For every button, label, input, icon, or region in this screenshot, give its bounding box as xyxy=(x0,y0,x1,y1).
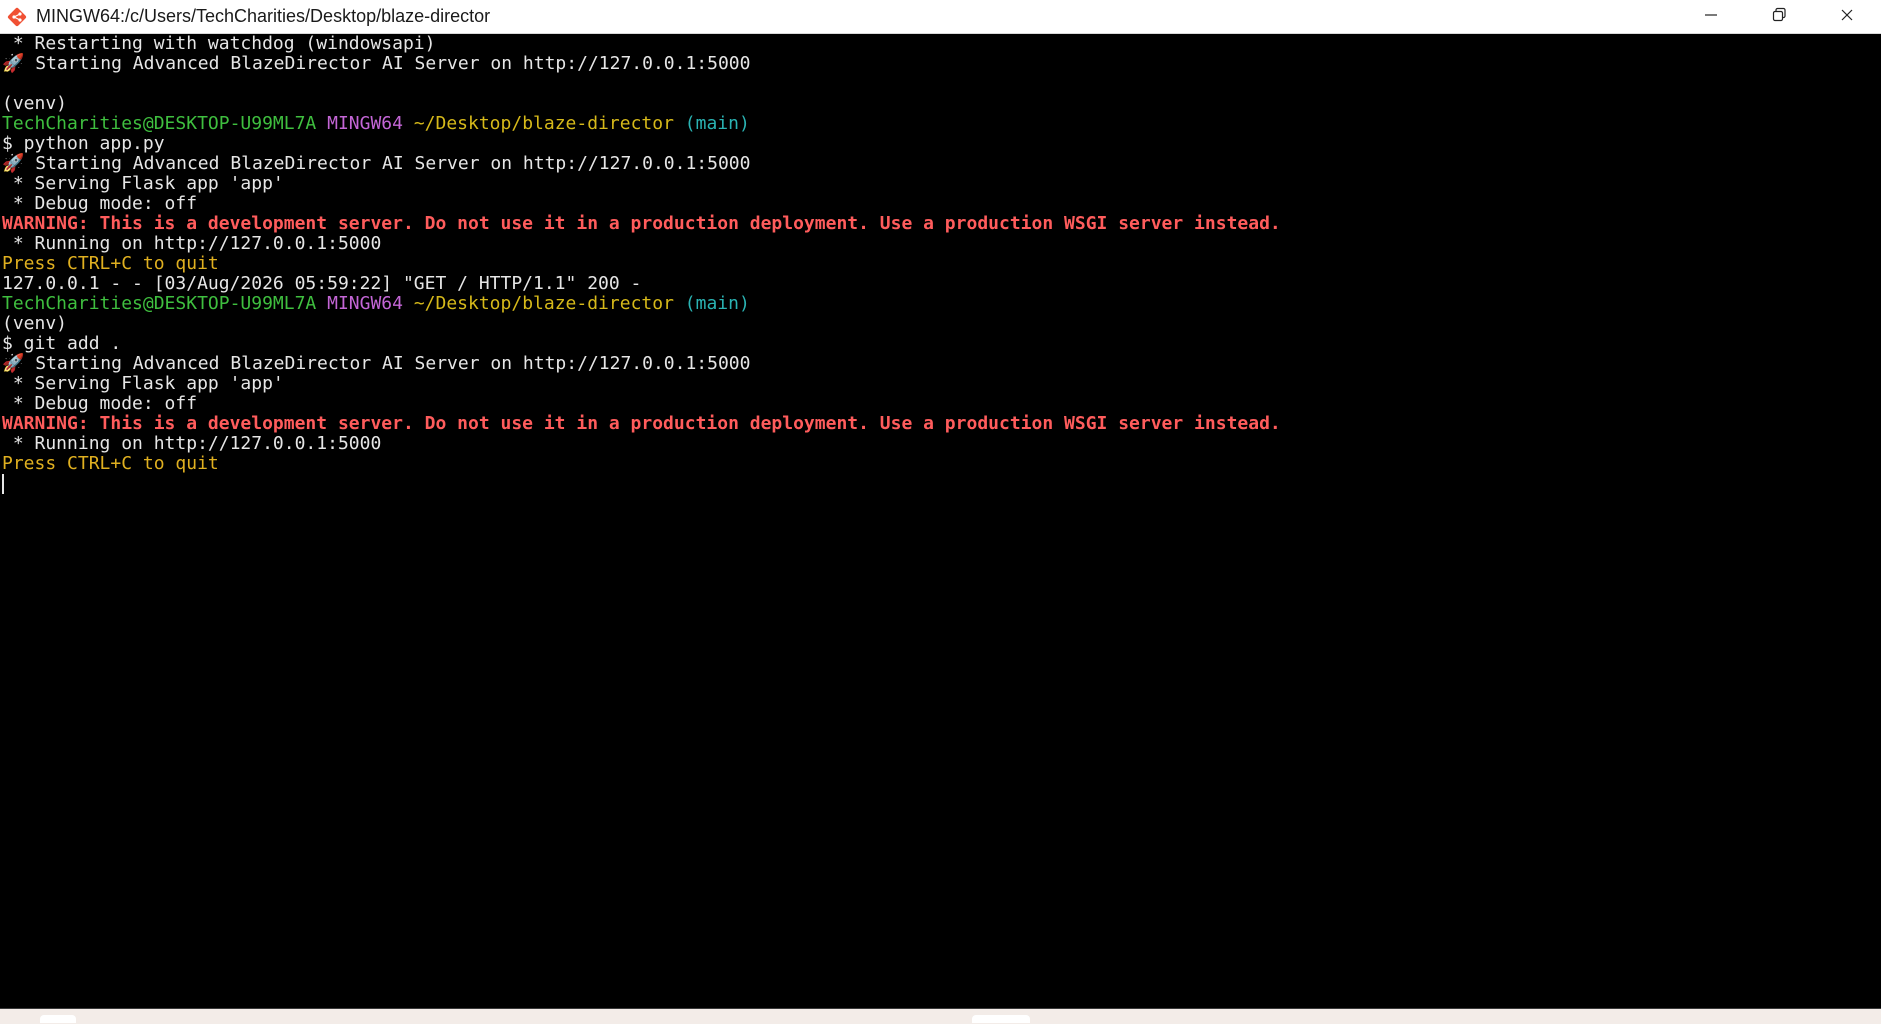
terminal-line: 🚀 Starting Advanced BlazeDirector AI Ser… xyxy=(2,154,1881,174)
output-text: * Serving Flask app 'app' xyxy=(2,173,284,194)
taskbar-item[interactable] xyxy=(972,1015,1030,1023)
minimize-button[interactable] xyxy=(1677,0,1745,34)
quit-hint: Press CTRL+C to quit xyxy=(2,253,219,274)
terminal-line: 127.0.0.1 - - [03/Aug/2026 05:59:22] "GE… xyxy=(2,274,1881,294)
output-text: 🚀 Starting Advanced BlazeDirector AI Ser… xyxy=(2,153,751,174)
terminal-line: (venv) xyxy=(2,94,1881,114)
output-text: (venv) xyxy=(2,93,68,114)
taskbar-item[interactable] xyxy=(40,1015,76,1023)
terminal-line: * Running on http://127.0.0.1:5000 xyxy=(2,234,1881,254)
prompt-branch: (main) xyxy=(684,113,750,134)
output-text: * Debug mode: off xyxy=(2,193,198,214)
terminal-line: * Serving Flask app 'app' xyxy=(2,374,1881,394)
restore-icon xyxy=(1771,7,1787,28)
prompt-user-host: TechCharities@DESKTOP-U99ML7A xyxy=(2,293,317,314)
output-text: * Restarting with watchdog (windowsapi) xyxy=(2,34,436,54)
prompt-path: ~/Desktop/blaze-director xyxy=(413,113,674,134)
prompt-mingw: MINGW64 xyxy=(327,293,403,314)
window-title: MINGW64:/c/Users/TechCharities/Desktop/b… xyxy=(36,6,491,26)
terminal-output[interactable]: * Restarting with watchdog (windowsapi) 🚀… xyxy=(0,34,1881,1008)
output-text: * Running on http://127.0.0.1:5000 xyxy=(2,233,382,254)
terminal-window: MINGW64:/c/Users/TechCharities/Desktop/b… xyxy=(0,0,1881,1024)
terminal-line: Press CTRL+C to quit xyxy=(2,254,1881,274)
warning-text: WARNING: This is a development server. D… xyxy=(2,213,1281,234)
minimize-icon xyxy=(1703,7,1719,28)
terminal-line: (venv) xyxy=(2,314,1881,334)
terminal-line: * Debug mode: off xyxy=(2,194,1881,214)
terminal-line: * Running on http://127.0.0.1:5000 xyxy=(2,434,1881,454)
input-line[interactable] xyxy=(2,474,1881,494)
terminal-line: TechCharities@DESKTOP-U99ML7A MINGW64 ~/… xyxy=(2,294,1881,314)
prompt-mingw: MINGW64 xyxy=(327,113,403,134)
window-controls xyxy=(1677,0,1881,34)
terminal-line: * Debug mode: off xyxy=(2,394,1881,414)
close-icon xyxy=(1839,7,1855,28)
prompt-branch: (main) xyxy=(684,293,750,314)
git-bash-icon xyxy=(4,4,30,30)
terminal-line: $ python app.py xyxy=(2,134,1881,154)
output-text: (venv) xyxy=(2,313,68,334)
terminal-line: WARNING: This is a development server. D… xyxy=(2,214,1881,234)
text-cursor xyxy=(2,474,4,494)
output-text: 🚀 Starting Advanced BlazeDirector AI Ser… xyxy=(2,353,751,374)
output-text: * Debug mode: off xyxy=(2,393,198,414)
output-text: 127.0.0.1 - - [03/Aug/2026 05:59:22] "GE… xyxy=(2,273,642,294)
prompt-path: ~/Desktop/blaze-director xyxy=(413,293,674,314)
terminal-line: * Restarting with watchdog (windowsapi) xyxy=(2,34,1881,54)
terminal-line: TechCharities@DESKTOP-U99ML7A MINGW64 ~/… xyxy=(2,114,1881,134)
restore-button[interactable] xyxy=(1745,0,1813,34)
prompt-user-host: TechCharities@DESKTOP-U99ML7A xyxy=(2,113,317,134)
terminal-line: 🚀 Starting Advanced BlazeDirector AI Ser… xyxy=(2,54,1881,74)
warning-text: WARNING: This is a development server. D… xyxy=(2,413,1281,434)
title-bar[interactable]: MINGW64:/c/Users/TechCharities/Desktop/b… xyxy=(0,0,1881,34)
close-button[interactable] xyxy=(1813,0,1881,34)
output-text: $ python app.py xyxy=(2,133,165,154)
output-text: $ git add . xyxy=(2,333,122,354)
taskbar xyxy=(0,1008,1881,1024)
terminal-line: $ git add . xyxy=(2,334,1881,354)
output-text: * Running on http://127.0.0.1:5000 xyxy=(2,433,382,454)
output-text: 🚀 Starting Advanced BlazeDirector AI Ser… xyxy=(2,53,751,74)
terminal-line: WARNING: This is a development server. D… xyxy=(2,414,1881,434)
terminal-line: Press CTRL+C to quit xyxy=(2,454,1881,474)
output-text: * Serving Flask app 'app' xyxy=(2,373,284,394)
quit-hint: Press CTRL+C to quit xyxy=(2,453,219,474)
terminal-line: * Serving Flask app 'app' xyxy=(2,174,1881,194)
terminal-line: 🚀 Starting Advanced BlazeDirector AI Ser… xyxy=(2,354,1881,374)
